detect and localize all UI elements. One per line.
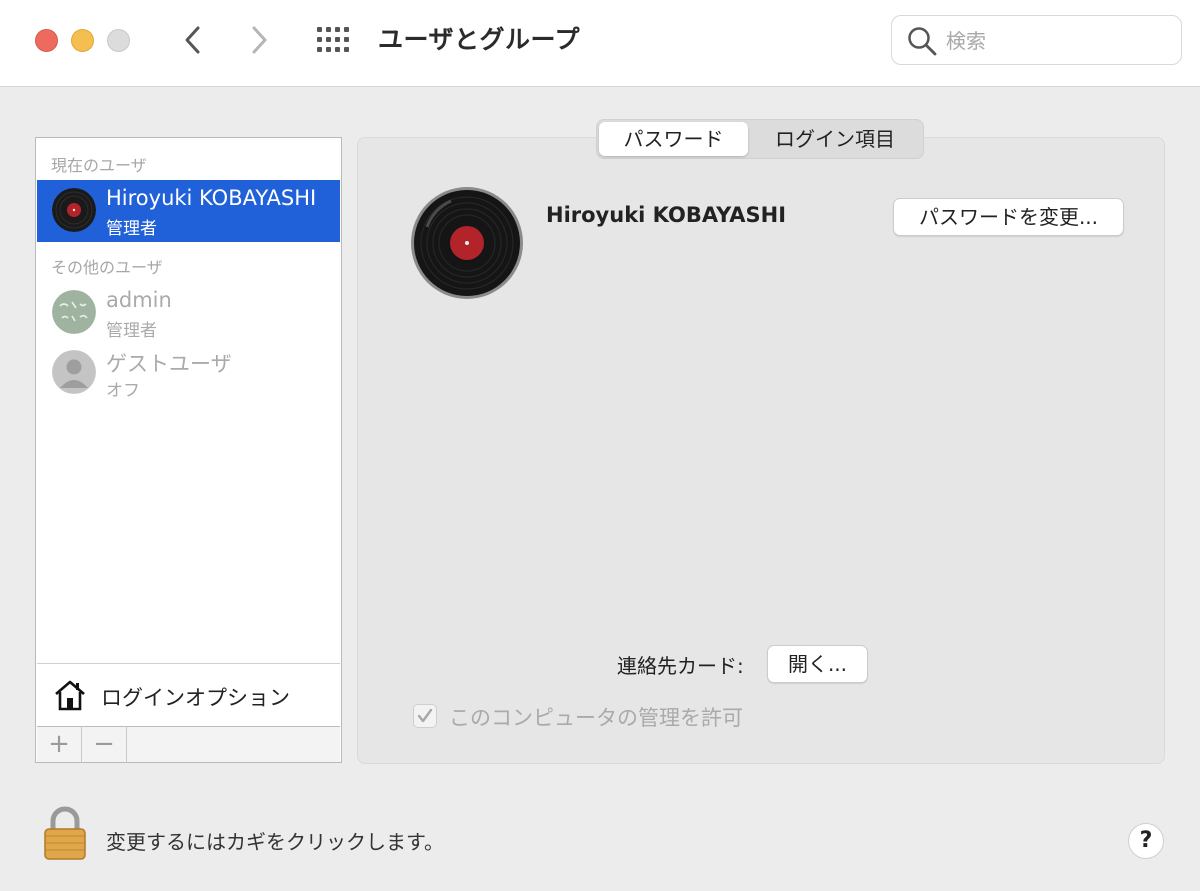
toolbar-divider <box>127 727 128 763</box>
system-preferences-window: ユーザとグループ 現在のユーザ Hiroyuki KOBAYASHI 管理者 <box>0 0 1200 891</box>
toolbar: ユーザとグループ <box>0 0 1200 87</box>
login-options-label: ログインオプション <box>101 686 290 710</box>
help-button[interactable]: ? <box>1128 823 1164 859</box>
allow-admin-label: このコンピュータの管理を許可 <box>449 706 743 730</box>
person-avatar-icon <box>52 350 96 394</box>
user-name: ゲストユーザ <box>106 352 232 376</box>
tab-login-items[interactable]: ログイン項目 <box>750 122 920 156</box>
back-chevron-icon[interactable] <box>178 22 208 58</box>
search-input[interactable] <box>946 24 1166 58</box>
change-password-button[interactable]: パスワードを変更... <box>893 198 1124 236</box>
current-user-header: 現在のユーザ <box>51 156 147 175</box>
zoom-button[interactable] <box>107 29 130 52</box>
contact-card-label: 連絡先カード: <box>617 654 744 678</box>
user-role: 管理者 <box>106 321 157 341</box>
search-icon <box>906 25 938 57</box>
open-contact-card-button[interactable]: 開く... <box>767 645 868 683</box>
user-row-admin[interactable]: admin 管理者 <box>37 282 340 344</box>
user-role: オフ <box>106 381 140 401</box>
minimize-button[interactable] <box>71 29 94 52</box>
other-users-header: その他のユーザ <box>51 258 163 277</box>
user-row-hiroyuki[interactable]: Hiroyuki KOBAYASHI 管理者 <box>37 180 340 242</box>
chalkboard-avatar-icon <box>52 290 96 334</box>
user-list: 現在のユーザ Hiroyuki KOBAYASHI 管理者 その他のユーザ ad… <box>35 137 342 763</box>
checkmark-icon <box>417 708 433 723</box>
user-role: 管理者 <box>106 219 157 239</box>
tab-segmented-control: パスワード ログイン項目 <box>596 119 924 159</box>
window-title: ユーザとグループ <box>378 25 581 54</box>
lock-instruction: 変更するにはカギをクリックします。 <box>106 830 444 854</box>
tab-password[interactable]: パスワード <box>599 122 748 156</box>
selected-username: Hiroyuki KOBAYASHI <box>546 203 787 227</box>
user-row-guest[interactable]: ゲストユーザ オフ <box>37 342 340 404</box>
record-avatar-icon <box>52 188 96 232</box>
record-avatar-icon[interactable] <box>411 187 523 299</box>
remove-user-button[interactable]: − <box>82 727 127 763</box>
list-toolbar: + − <box>37 726 340 763</box>
allow-admin-checkbox[interactable] <box>413 704 437 728</box>
forward-chevron-icon[interactable] <box>244 22 274 58</box>
login-options-item[interactable]: ログインオプション <box>37 663 340 725</box>
close-button[interactable] <box>35 29 58 52</box>
user-name: Hiroyuki KOBAYASHI <box>106 186 317 210</box>
house-icon <box>53 678 87 712</box>
grid-icon[interactable] <box>316 26 352 54</box>
lock-icon[interactable] <box>42 806 88 860</box>
user-name: admin <box>106 288 172 312</box>
search-field[interactable] <box>891 15 1182 65</box>
add-user-button[interactable]: + <box>37 727 82 763</box>
